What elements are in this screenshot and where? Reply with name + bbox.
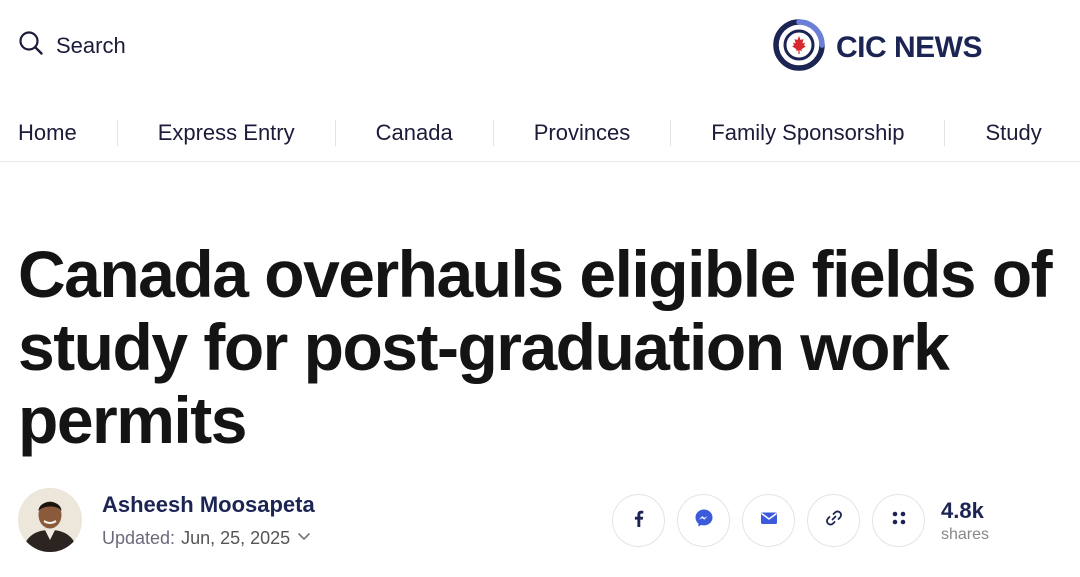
- link-icon: [823, 507, 845, 534]
- search-label: Search: [56, 32, 126, 58]
- share-count-label: shares: [941, 525, 990, 543]
- site-header: Search CIC NEWS: [0, 0, 1080, 92]
- share-email-button[interactable]: [742, 494, 795, 547]
- main-nav: Home Express Entry Canada Provinces Fami…: [0, 104, 1080, 162]
- search-icon: [18, 30, 44, 61]
- share-count-value: 4.8k: [941, 497, 984, 523]
- messenger-icon: [693, 507, 715, 534]
- author-avatar[interactable]: [18, 488, 82, 552]
- share-copy-link-button[interactable]: [807, 494, 860, 547]
- nav-item-canada[interactable]: Canada: [334, 119, 493, 146]
- nav-item-study[interactable]: Study: [944, 119, 1080, 146]
- search-button[interactable]: Search: [18, 30, 126, 61]
- share-messenger-button[interactable]: [677, 494, 730, 547]
- more-icon: [888, 507, 910, 534]
- facebook-icon: [628, 507, 650, 534]
- share-more-button[interactable]: [872, 494, 925, 547]
- article-title: Canada overhauls eligible fields of stud…: [18, 237, 1053, 457]
- email-icon: [758, 507, 780, 534]
- share-bar: 4.8k shares: [612, 494, 989, 547]
- author-name[interactable]: Asheesh Moosapeta: [102, 492, 315, 518]
- share-facebook-button[interactable]: [612, 494, 665, 547]
- maple-leaf-icon: [772, 18, 826, 77]
- nav-item-express-entry[interactable]: Express Entry: [116, 119, 335, 146]
- byline: Asheesh Moosapeta Updated: Jun, 25, 2025: [18, 488, 315, 552]
- nav-item-home[interactable]: Home: [0, 120, 117, 146]
- nav-item-family-sponsorship[interactable]: Family Sponsorship: [670, 119, 944, 146]
- share-count: 4.8k shares: [941, 498, 989, 544]
- nav-item-provinces[interactable]: Provinces: [492, 119, 671, 146]
- chevron-down-icon: [296, 528, 312, 549]
- updated-date: Jun, 25, 2025: [181, 527, 291, 548]
- updated-info[interactable]: Updated: Jun, 25, 2025: [102, 528, 315, 549]
- logo-wordmark: CIC NEWS: [836, 30, 983, 64]
- updated-label: Updated:: [102, 527, 176, 548]
- site-logo[interactable]: CIC NEWS: [772, 18, 983, 77]
